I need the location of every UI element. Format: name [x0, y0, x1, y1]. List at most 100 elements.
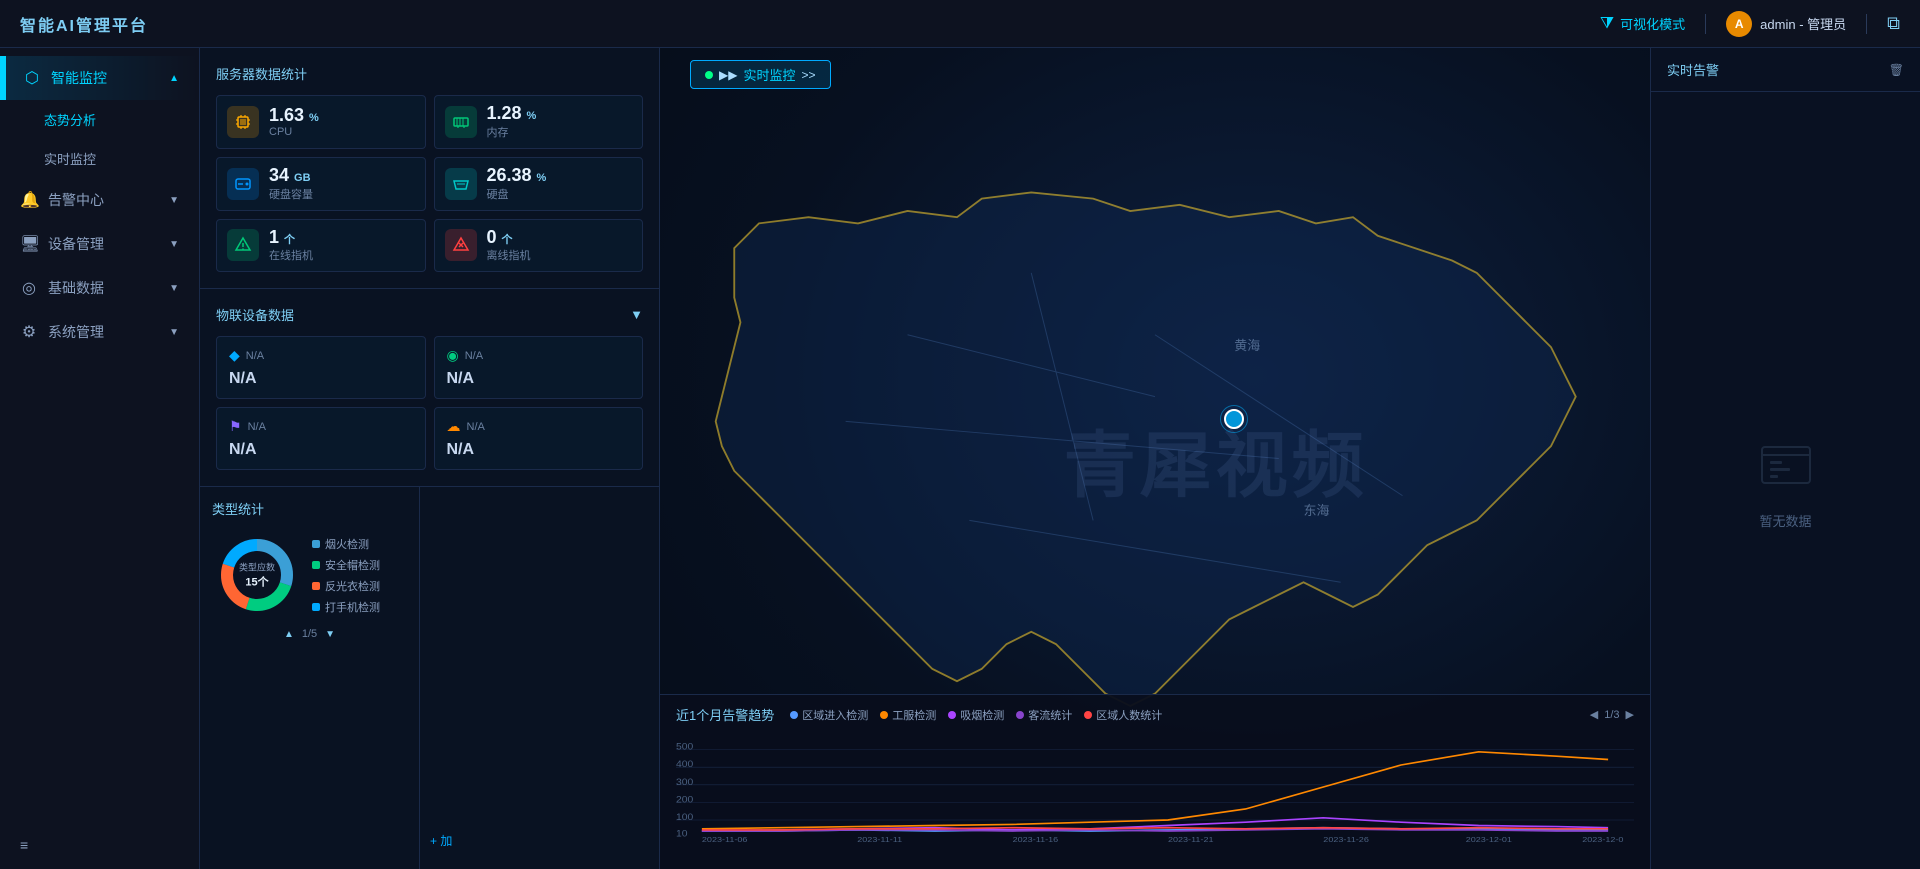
stat-online: 1 个 在线指机 [216, 219, 426, 273]
sea-label-huang: 黄海 [1234, 335, 1260, 354]
disk-value: 26.38 % [487, 166, 547, 186]
stat-memory: 1.28 % 内存 [434, 95, 644, 149]
legend-dot-3 [312, 582, 320, 590]
visualize-mode-btn[interactable]: ⧩ 可视化模式 [1600, 14, 1685, 33]
iot-item-4: ☁ N/A N/A [434, 407, 644, 470]
memory-values: 1.28 % 内存 [487, 104, 537, 140]
stat-disk-total: 34 GB 硬盘容量 [216, 157, 426, 211]
stat-cpu: 1.63 % CPU [216, 95, 426, 149]
memory-label: 内存 [487, 124, 537, 140]
legend-item-1: 烟火检测 [312, 536, 380, 552]
trend-analysis-label: 态势分析 [44, 113, 96, 128]
trend-legend-3: 吸烟检测 [948, 707, 1004, 723]
prev-page-btn[interactable]: ▲ [284, 629, 294, 640]
legend-dot-1 [312, 540, 320, 548]
chevron-down-icon: ▼ [169, 195, 179, 206]
legend-item-3: 反光衣检测 [312, 578, 380, 594]
trend-prev-btn[interactable]: ◀ [1590, 708, 1598, 721]
iot-item-2: ◉ N/A N/A [434, 336, 644, 399]
trend-label-4: 客流统计 [1028, 707, 1072, 723]
content-area: 服务器数据统计 [200, 48, 1920, 869]
iot-panel: 物联设备数据 ▼ ◆ N/A N/A ◉ N/A [200, 289, 659, 487]
disk-label: 硬盘 [487, 186, 547, 202]
alert-clear-icon[interactable]: 🗑 [1889, 63, 1904, 77]
svg-text:2023-11-16: 2023-11-16 [1013, 835, 1059, 842]
trend-area: 近1个月告警趋势 区域进入检测 工服检测 [660, 694, 1650, 869]
left-panels: 服务器数据统计 [200, 48, 660, 869]
legend-dot-2 [312, 561, 320, 569]
sidebar-item-alert-center[interactable]: 🔔 告警中心 ▼ [0, 178, 199, 222]
server-stats-panel: 服务器数据统计 [200, 48, 659, 289]
window-controls[interactable]: ⧉ [1887, 13, 1900, 34]
legend-dot-4 [312, 603, 320, 611]
empty-state-icon [1754, 431, 1818, 495]
trend-label-3: 吸烟检测 [960, 707, 1004, 723]
sidebar-item-device-mgmt[interactable]: 🖥 设备管理 ▼ [0, 222, 199, 266]
trend-dot-1 [790, 711, 798, 719]
iot-item-1: ◆ N/A N/A [216, 336, 426, 399]
iot-value-4: N/A [447, 441, 631, 459]
svg-text:300: 300 [676, 777, 693, 787]
svg-text:2023-11-26: 2023-11-26 [1323, 835, 1369, 842]
next-page-btn[interactable]: ▼ [325, 629, 335, 640]
disk-values: 26.38 % 硬盘 [487, 166, 547, 202]
legend-list: 烟火检测 安全帽检测 反光衣检测 [312, 536, 380, 615]
memory-icon [445, 106, 477, 138]
bell-icon: 🔔 [20, 190, 38, 210]
svg-text:500: 500 [676, 742, 693, 752]
svg-text:2023-12-0: 2023-12-0 [1582, 835, 1624, 842]
iot-icon-3: ⚑ [229, 418, 242, 435]
sidebar-item-smart-monitor[interactable]: ⬡ 智能监控 ▲ [0, 56, 199, 100]
trend-next-btn[interactable]: ▶ [1626, 708, 1634, 721]
add-device-btn[interactable]: + 加 [430, 832, 452, 849]
trend-label-5: 区域人数统计 [1096, 707, 1162, 723]
offline-value: 0 个 [487, 228, 531, 248]
monitor-icon: ⬡ [23, 68, 41, 88]
iot-item-3: ⚑ N/A N/A [216, 407, 426, 470]
app-title: 智能AI管理平台 [20, 12, 148, 36]
iot-collapse-icon[interactable]: ▼ [630, 307, 643, 322]
donut-center-label: 类型应数 [239, 561, 275, 574]
sidebar-collapse-btn[interactable]: ≡ [0, 821, 199, 869]
iot-label-row-1: ◆ N/A [229, 347, 413, 364]
topbar: 智能AI管理平台 ⧩ 可视化模式 A admin - 管理员 ⧉ [0, 0, 1920, 48]
sidebar-item-realtime-monitor[interactable]: 实时监控 [44, 139, 199, 178]
admin-info: A admin - 管理员 [1726, 11, 1846, 37]
iot-label-4: N/A [467, 421, 485, 433]
trend-legend-4: 客流统计 [1016, 707, 1072, 723]
chevron-up-icon: ▲ [169, 73, 179, 84]
type-stats-header: 类型统计 [212, 499, 407, 518]
sidebar-submenu-monitor: 态势分析 实时监控 [0, 100, 199, 178]
map-trend-area: ▶▶ 实时监控 >> 黄海 东海 青犀视频 近1个月告警趋势 [660, 48, 1650, 869]
iot-label-row-2: ◉ N/A [447, 347, 631, 364]
trend-title: 近1个月告警趋势 [676, 705, 774, 724]
sidebar-item-basic-data[interactable]: ◎ 基础数据 ▼ [0, 266, 199, 310]
legend-item-2: 安全帽检测 [312, 557, 380, 573]
visualize-mode-label: 可视化模式 [1620, 14, 1685, 33]
trend-dot-3 [948, 711, 956, 719]
empty-text: 暂无数据 [1759, 511, 1811, 530]
sidebar-item-trend-analysis[interactable]: 态势分析 [44, 100, 199, 139]
trend-label-1: 区域进入检测 [802, 707, 868, 723]
server-stats-header: 服务器数据统计 [216, 64, 643, 83]
main-layout: ⬡ 智能监控 ▲ 态势分析 实时监控 🔔 告警中心 ▼ 🖥 设备管理 ▼ ◎ 基… [0, 48, 1920, 869]
sidebar-label-smart-monitor: 智能监控 [51, 68, 107, 88]
svg-text:2023-12-01: 2023-12-01 [1466, 835, 1513, 842]
type-stats-title: 类型统计 [212, 499, 264, 518]
legend-label-2: 安全帽检测 [325, 557, 380, 573]
chevron-down-icon-2: ▼ [169, 239, 179, 250]
trend-dot-5 [1084, 711, 1092, 719]
topbar-right: ⧩ 可视化模式 A admin - 管理员 ⧉ [1600, 11, 1900, 37]
svg-text:100: 100 [676, 813, 693, 823]
chevron-down-icon-4: ▼ [169, 327, 179, 338]
topbar-divider-2 [1866, 14, 1867, 34]
admin-avatar: A [1726, 11, 1752, 37]
basic-data-label: 基础数据 [48, 278, 104, 298]
sea-label-dong: 东海 [1304, 500, 1330, 519]
trend-pagination: ◀ 1/3 ▶ [1590, 708, 1634, 721]
sidebar-item-sys-mgmt[interactable]: ⚙ 系统管理 ▼ [0, 310, 199, 354]
admin-label: admin - 管理员 [1760, 14, 1846, 33]
data-icon: ◎ [20, 278, 38, 298]
add-device-hint: + 加 [420, 487, 659, 869]
disk-total-values: 34 GB 硬盘容量 [269, 166, 313, 202]
